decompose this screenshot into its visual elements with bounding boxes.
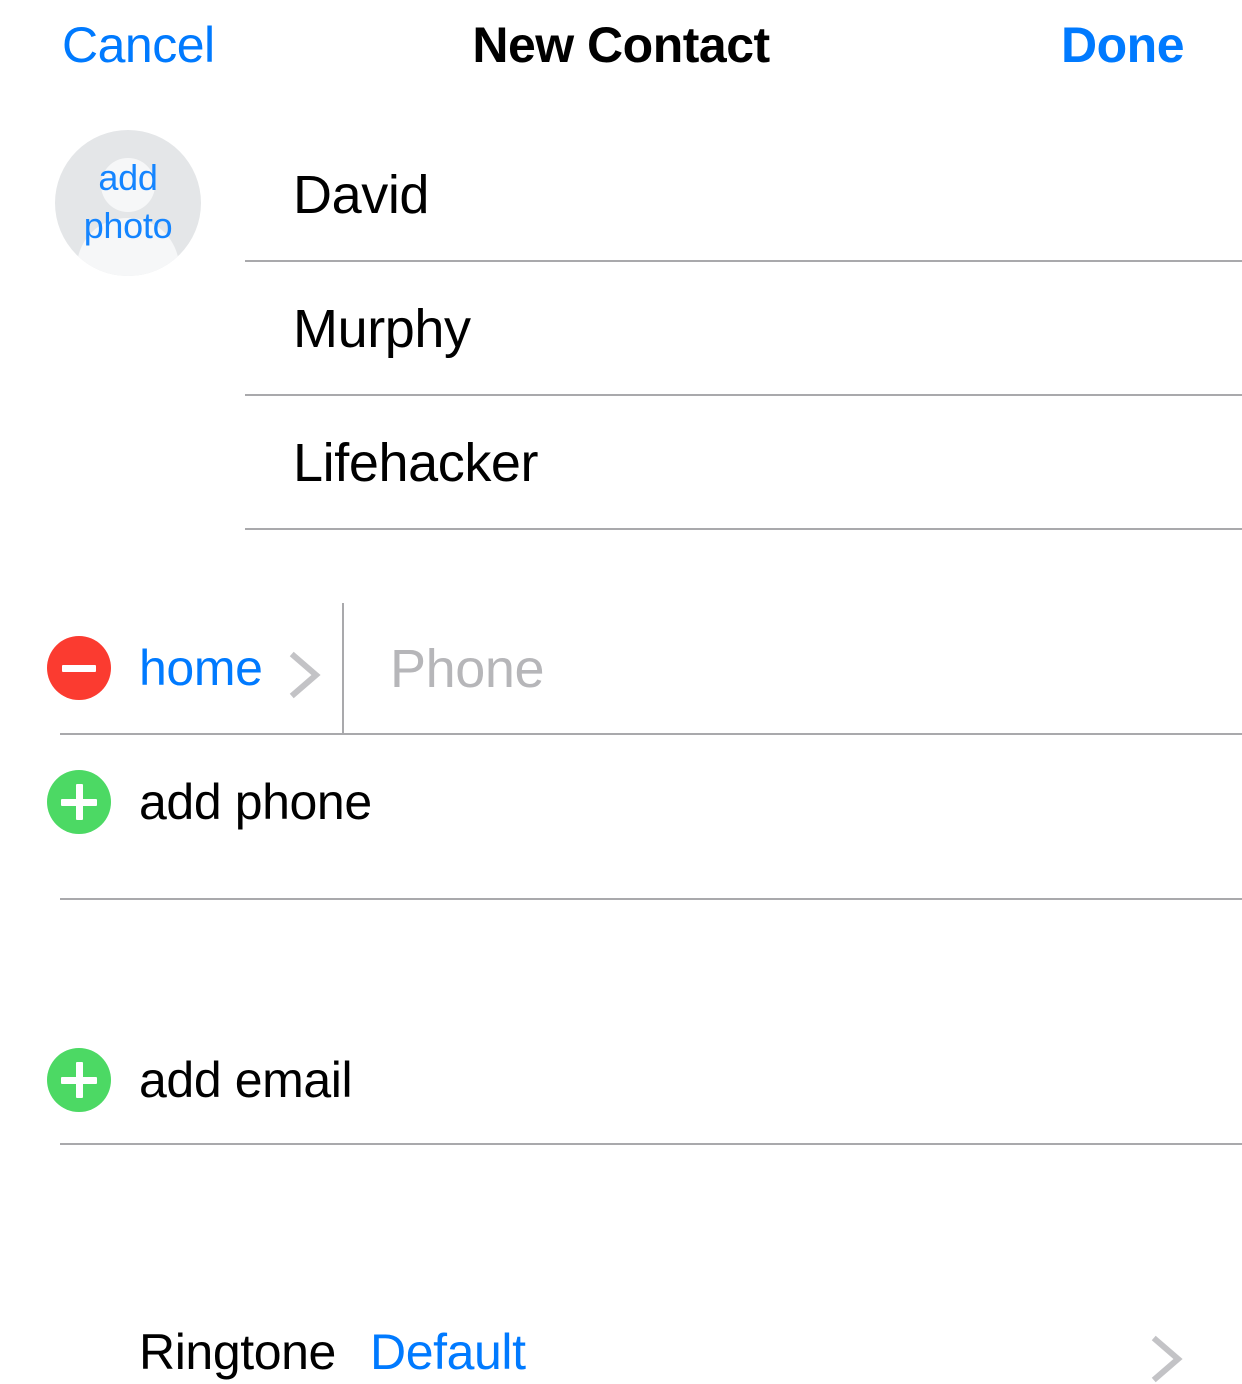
add-phone-label: add phone [139, 774, 372, 830]
plus-circle-icon[interactable] [47, 1048, 111, 1112]
chevron-right-icon[interactable] [1150, 1334, 1186, 1384]
plus-bar-vertical [76, 784, 83, 820]
company-value: Lifehacker [293, 433, 539, 493]
minus-bar [62, 665, 96, 672]
done-button[interactable]: Done [1061, 14, 1185, 76]
add-phone-button[interactable]: add phone [0, 770, 1242, 834]
last-name-value: Murphy [293, 299, 471, 359]
field-separator [245, 528, 1242, 530]
page-title: New Contact [472, 17, 770, 73]
chevron-right-icon[interactable] [288, 650, 324, 700]
phone-entry-row: home [0, 603, 1242, 735]
add-email-button[interactable]: add email [0, 1048, 1242, 1112]
plus-circle-icon[interactable] [47, 770, 111, 834]
add-photo-label-line1: add [98, 157, 158, 198]
company-field[interactable]: Lifehacker [245, 396, 1242, 530]
add-email-separator [60, 1143, 1242, 1145]
add-phone-separator [60, 898, 1242, 900]
phone-number-input[interactable] [390, 603, 1150, 735]
add-photo-label: add photo [55, 154, 201, 250]
navigation-bar: Cancel New Contact Done [0, 0, 1242, 92]
ringtone-row[interactable]: Ringtone Default [0, 1320, 1242, 1384]
ringtone-value: Default [370, 1324, 526, 1380]
plus-bar-vertical [76, 1062, 83, 1098]
minus-circle-icon[interactable] [47, 636, 111, 700]
first-name-value: David [293, 165, 430, 225]
phone-row-separator [60, 733, 1242, 735]
ringtone-label: Ringtone [139, 1324, 336, 1380]
add-photo-label-line2: photo [83, 205, 173, 246]
phone-label-button[interactable]: home [139, 636, 263, 700]
add-photo-button[interactable]: add photo [55, 130, 201, 276]
phone-vertical-divider [342, 603, 344, 735]
last-name-field[interactable]: Murphy [245, 262, 1242, 396]
add-email-label: add email [139, 1052, 353, 1108]
first-name-field[interactable]: David [245, 128, 1242, 262]
